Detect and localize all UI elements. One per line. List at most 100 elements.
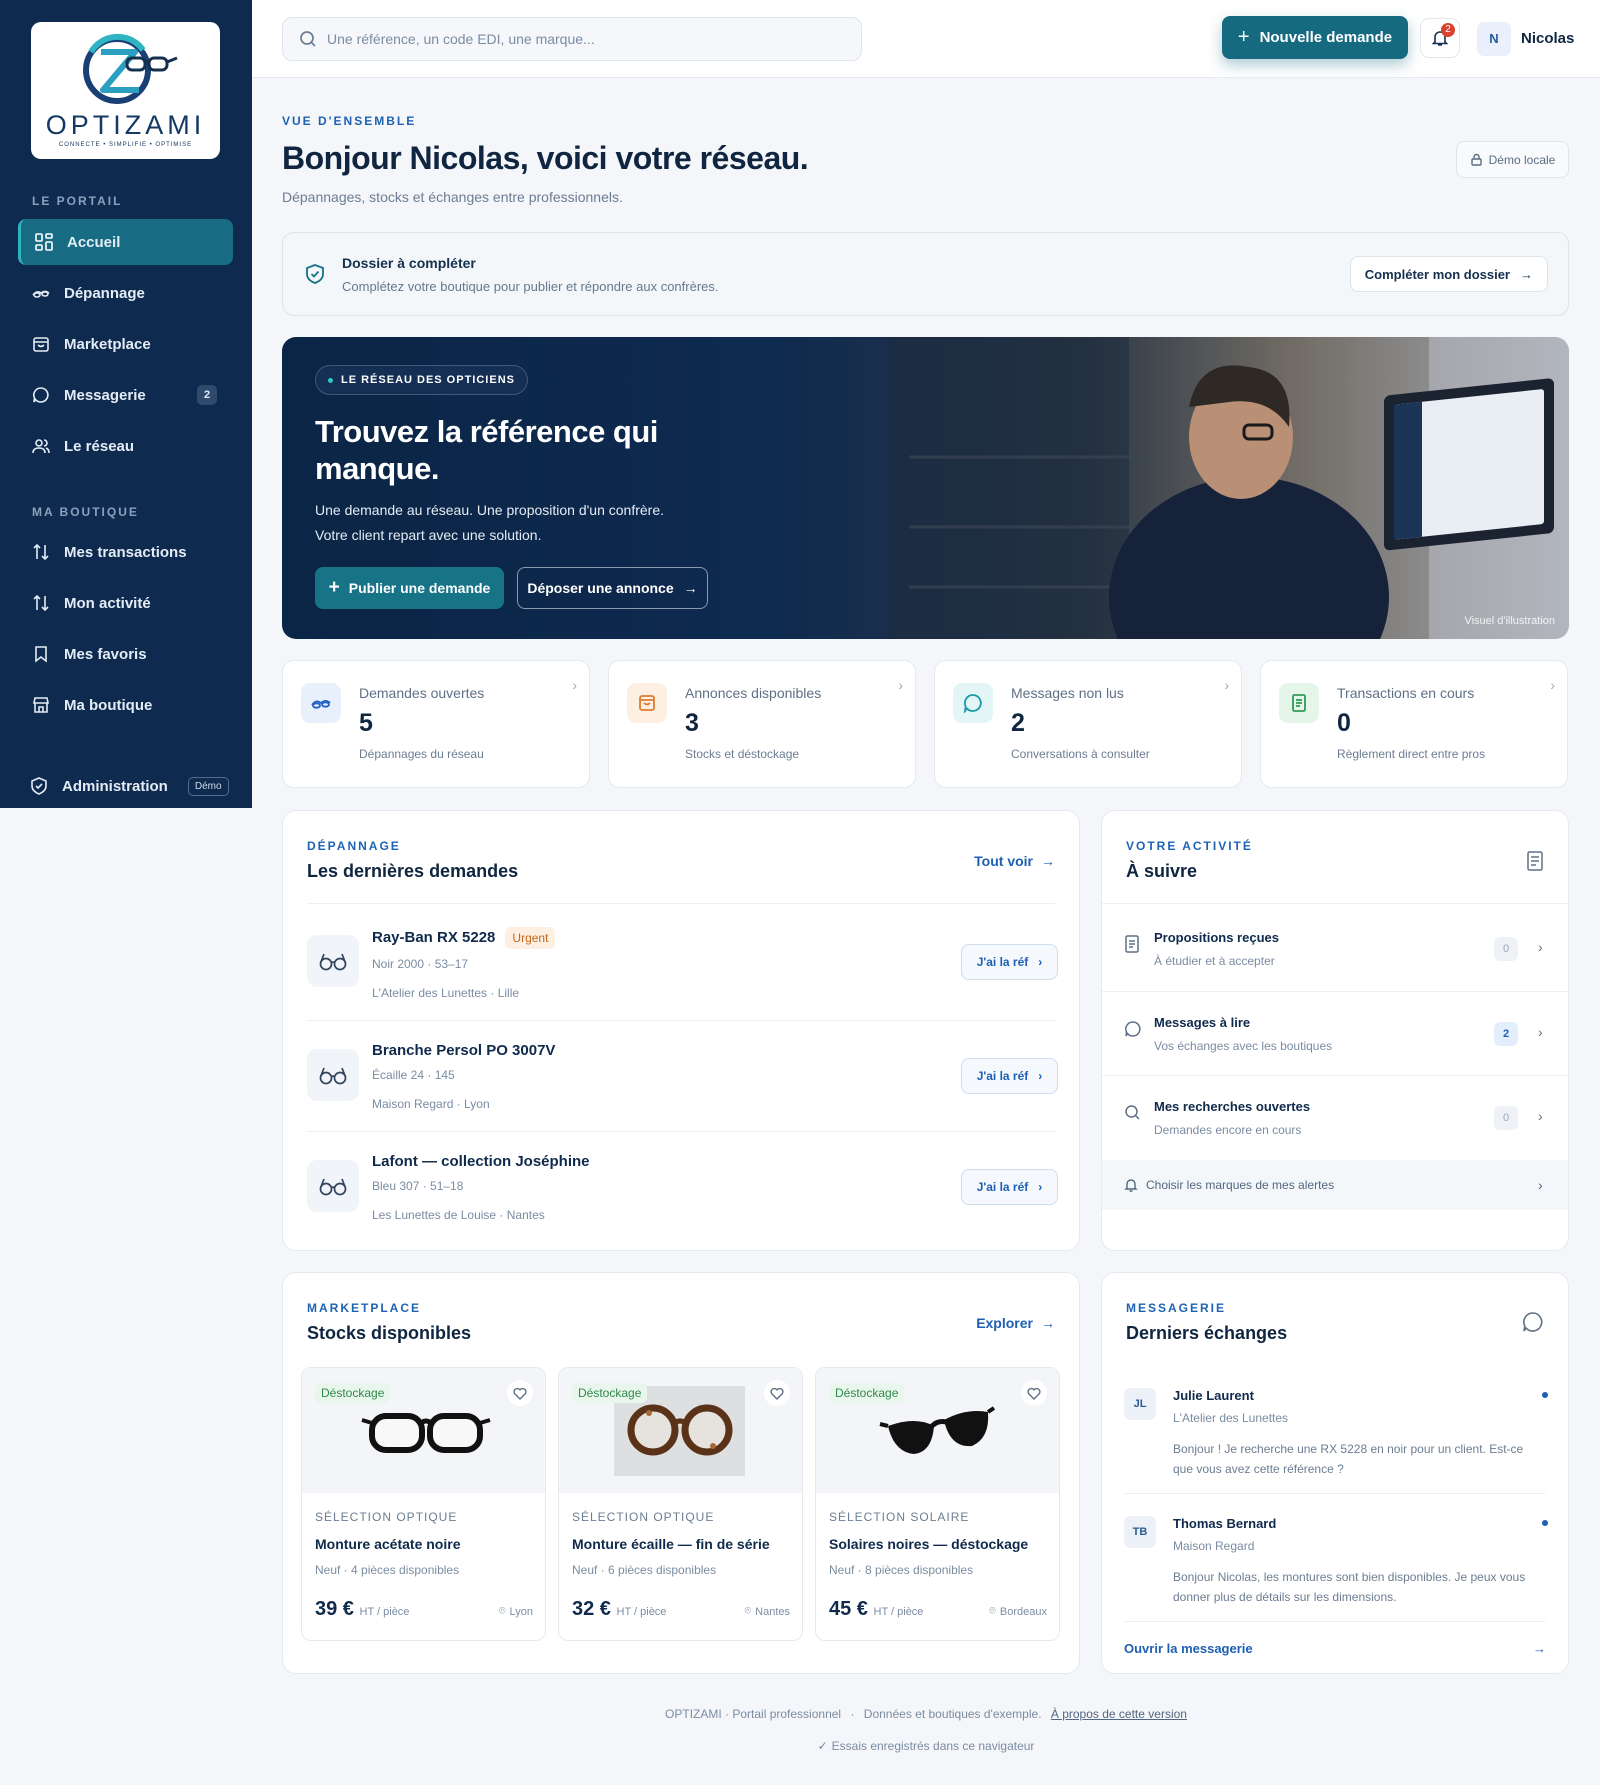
request-title-text: Ray-Ban RX 5228	[372, 929, 496, 946]
brand-logo[interactable]: OPTIZAMI CONNECTE • SIMPLIFIE • OPTIMISE	[31, 22, 220, 159]
sidebar-item-boutique[interactable]: Ma boutique	[18, 682, 233, 728]
activity-count-badge: 2	[1494, 1022, 1518, 1046]
product-location: ⌾ Nantes	[745, 1605, 790, 1618]
stat-icon-bg	[301, 683, 341, 723]
stat-value: 0	[1337, 709, 1351, 737]
stat-card-transactions[interactable]: Transactions en cours 0 Règlement direct…	[1260, 660, 1568, 788]
hero-text: Une demande au réseau. Une proposition d…	[315, 498, 715, 548]
page-title: Bonjour Nicolas, voici votre réseau.	[282, 140, 809, 176]
have-ref-button[interactable]: J'ai la réf ›	[961, 944, 1058, 980]
sidebar-item-label: Accueil	[67, 233, 121, 251]
stat-card-messages[interactable]: Messages non lus 2 Conversations à consu…	[934, 660, 1242, 788]
chat-icon	[1523, 1312, 1543, 1332]
chat-icon	[963, 694, 982, 713]
stat-label: Transactions en cours	[1337, 685, 1475, 701]
stat-card-listings[interactable]: Annonces disponibles 3 Stocks et déstock…	[608, 660, 916, 788]
publish-request-button[interactable]: + Publier une demande	[315, 567, 504, 609]
divider	[1124, 1493, 1546, 1494]
logo-mark-icon	[83, 33, 178, 104]
message-preview[interactable]: TB Thomas Bernard Maison Regard Bonjour …	[1124, 1516, 1548, 1616]
activity-item-messages[interactable]: Messages à lire Vos échanges avec les bo…	[1102, 992, 1568, 1076]
page-subtitle: Dépannages, stocks et échanges entre pro…	[282, 189, 623, 205]
avatar[interactable]: N	[1477, 22, 1511, 56]
product-price-unit: HT / pièce	[359, 1606, 410, 1618]
explore-link[interactable]: Explorer →	[976, 1315, 1055, 1331]
favorite-button[interactable]	[1021, 1380, 1047, 1406]
product-card[interactable]: Déstockage SÉLECTION SOLAIRE Solaires no…	[815, 1367, 1060, 1641]
search-placeholder: Une référence, un code EDI, une marque..…	[327, 31, 595, 47]
chevron-right-icon: ›	[898, 677, 903, 693]
divider	[307, 1020, 1055, 1021]
product-price-value: 32 €	[572, 1598, 611, 1620]
product-category: SÉLECTION OPTIQUE	[315, 1510, 458, 1524]
new-request-button[interactable]: + Nouvelle demande	[1222, 16, 1408, 59]
section-kicker: MESSAGERIE	[1126, 1301, 1227, 1315]
sidebar-item-depannage[interactable]: Dépannage	[18, 270, 233, 316]
brand-alerts-label: Choisir les marques de mes alertes	[1146, 1178, 1335, 1192]
stat-card-requests[interactable]: Demandes ouvertes 5 Dépannages du réseau…	[282, 660, 590, 788]
sidebar-item-transactions[interactable]: Mes transactions	[18, 529, 233, 575]
chevron-right-icon: ›	[1538, 1108, 1543, 1124]
deposit-listing-button[interactable]: Déposer une annonce →	[517, 567, 708, 609]
request-glasses-thumb	[307, 1160, 359, 1212]
stat-icon-bg	[627, 683, 667, 723]
stat-label: Annonces disponibles	[685, 685, 822, 701]
sidebar-item-marketplace[interactable]: Marketplace	[18, 321, 233, 367]
sidebar-item-accueil[interactable]: Accueil	[18, 219, 233, 265]
stat-value: 2	[1011, 709, 1025, 737]
see-all-label: Tout voir	[974, 853, 1033, 869]
message-preview[interactable]: JL Julie Laurent L'Atelier des Lunettes …	[1124, 1388, 1548, 1488]
have-ref-button[interactable]: J'ai la réf ›	[961, 1058, 1058, 1094]
sidebar-item-label: Le réseau	[64, 437, 135, 455]
favorite-button[interactable]	[764, 1380, 790, 1406]
shield-check-icon	[306, 264, 324, 284]
activity-item-proposals[interactable]: Propositions reçues À étudier et à accep…	[1102, 907, 1568, 991]
document-icon	[1527, 851, 1543, 871]
sidebar-item-messagerie[interactable]: Messagerie 2	[18, 372, 233, 418]
demo-locale-button[interactable]: Démo locale	[1456, 141, 1569, 178]
hero-banner: LE RÉSEAU DES OPTICIENS Trouvez la référ…	[282, 337, 1569, 639]
arrow-right-icon: →	[1533, 1641, 1546, 1656]
notifications-button[interactable]: 2	[1420, 18, 1460, 58]
hero-caption: Visuel d'illustration	[1464, 615, 1555, 627]
demo-tag: Démo	[187, 776, 229, 796]
open-messaging-link[interactable]: Ouvrir la messagerie →	[1124, 1641, 1546, 1656]
see-all-link[interactable]: Tout voir →	[974, 853, 1055, 869]
sidebar: OPTIZAMI CONNECTE • SIMPLIFIE • OPTIMISE…	[0, 0, 252, 808]
search-input[interactable]: Une référence, un code EDI, une marque..…	[282, 17, 862, 61]
chat-icon	[1125, 1021, 1141, 1037]
product-card[interactable]: Déstockage SÉLECTION OPTIQUE Monture acé…	[301, 1367, 546, 1641]
sidebar-item-favoris[interactable]: Mes favoris	[18, 631, 233, 677]
product-category: SÉLECTION SOLAIRE	[829, 1510, 970, 1524]
product-category: SÉLECTION OPTIQUE	[572, 1510, 715, 1524]
glasses-icon	[319, 953, 347, 971]
page-kicker: VUE D'ENSEMBLE	[282, 114, 417, 128]
depannage-card: DÉPANNAGE Les dernières demandes Tout vo…	[282, 810, 1080, 1251]
sidebar-item-reseau[interactable]: Le réseau	[18, 423, 233, 469]
have-ref-button[interactable]: J'ai la réf ›	[961, 1169, 1058, 1205]
unread-dot	[1542, 1520, 1548, 1526]
activity-item-searches[interactable]: Mes recherches ouvertes Demandes encore …	[1102, 1076, 1568, 1160]
activity-item-title: Propositions reçues	[1154, 930, 1279, 945]
heart-icon	[770, 1387, 784, 1400]
heart-icon	[513, 1387, 527, 1400]
product-city: Nantes	[755, 1605, 790, 1618]
product-card[interactable]: Déstockage SÉLECTION OPTIQUE Monture éca…	[558, 1367, 803, 1641]
user-name[interactable]: Nicolas	[1521, 30, 1574, 47]
notification-count-badge: 2	[1441, 23, 1455, 37]
avatar: TB	[1124, 1516, 1156, 1548]
publish-request-label: Publier une demande	[348, 580, 491, 596]
about-version-link[interactable]: À propos de cette version	[1051, 1707, 1187, 1721]
urgent-badge: Urgent	[505, 927, 556, 949]
sidebar-item-label: Mes favoris	[64, 645, 147, 663]
dossier-title: Dossier à compléter	[342, 255, 476, 271]
favorite-button[interactable]	[507, 1380, 533, 1406]
activity-count-badge: 0	[1494, 937, 1518, 961]
glasses-icon	[319, 1067, 347, 1085]
sidebar-item-administration[interactable]: Administration Démo	[16, 763, 231, 809]
brand-alerts-link[interactable]: Choisir les marques de mes alertes ›	[1102, 1160, 1568, 1210]
complete-dossier-button[interactable]: Compléter mon dossier →	[1349, 256, 1548, 292]
sidebar-item-activite[interactable]: Mon activité	[18, 580, 233, 626]
unread-count-badge: 2	[197, 385, 217, 405]
product-stock: Neuf · 8 pièces disponibles	[829, 1563, 974, 1577]
